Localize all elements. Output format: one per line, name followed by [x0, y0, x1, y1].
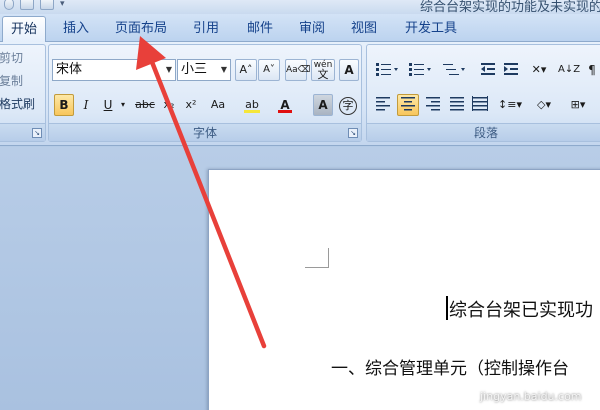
paragraph-group: ✕▾ A↓Z ¶ ↕≡▾ ◇▾ ⊞▾ 段落	[366, 44, 600, 142]
multilevel-list-glyph	[443, 64, 465, 75]
justify-glyph	[450, 97, 464, 111]
watermark: jingyan.baidu.com	[480, 390, 582, 403]
title-bar: ▾ 综合台架实现的功能及未实现的功	[0, 0, 600, 14]
tab-view[interactable]: 视图	[342, 16, 386, 42]
justify-icon[interactable]	[447, 94, 467, 116]
font-name-value: 宋体	[56, 62, 83, 77]
phonetic-guide-icon: 文	[317, 68, 329, 81]
enclose-characters-label: 字	[339, 97, 357, 115]
underline-dropdown-icon[interactable]: ▾	[117, 94, 129, 116]
font-group: 宋体 ▼ 小三 ▼ A˄ A˅ Aa⌫ wén 文 A B I U ▾ abc x…	[48, 44, 362, 142]
change-case-button[interactable]: Aa	[205, 94, 231, 116]
decrease-indent-icon[interactable]	[477, 59, 499, 81]
tab-references[interactable]: 引用	[184, 16, 228, 42]
customize-qat-icon[interactable]: ▾	[60, 0, 65, 9]
highlight-button[interactable]: ab	[239, 94, 265, 116]
ribbon: 剪切 复制 格式刷 ↘ 宋体 ▼ 小三 ▼ A˄ A˅ Aa⌫ wén 文 A B…	[0, 42, 600, 146]
sort-icon[interactable]: A↓Z	[557, 59, 580, 81]
tab-developer[interactable]: 开发工具	[398, 16, 464, 42]
clipboard-dialog-launcher-icon[interactable]: ↘	[32, 128, 42, 138]
font-color-button[interactable]: A	[273, 94, 297, 116]
align-right-icon[interactable]	[423, 94, 443, 116]
italic-button[interactable]: I	[77, 94, 95, 116]
show-hide-marks-icon[interactable]: ¶	[581, 59, 600, 81]
font-dialog-launcher-icon[interactable]: ↘	[348, 128, 358, 138]
font-color-swatch	[278, 110, 292, 113]
print-preview-icon[interactable]	[40, 0, 54, 10]
cut-button[interactable]: 剪切	[0, 49, 23, 66]
underline-button[interactable]: U	[99, 94, 117, 116]
shading-icon[interactable]: ◇▾	[529, 94, 559, 116]
undo-icon[interactable]	[4, 0, 14, 10]
bold-button[interactable]: B	[54, 94, 74, 116]
bullets-icon[interactable]	[372, 59, 402, 81]
document-page[interactable]: 综合台架已实现功 一、综合管理单元（控制操作台	[208, 169, 600, 410]
align-right-glyph	[426, 97, 440, 111]
text-cursor	[446, 296, 448, 320]
superscript-button[interactable]: x²	[181, 94, 201, 116]
clipboard-group: 剪切 复制 格式刷 ↘	[0, 44, 46, 142]
distributed-glyph	[472, 96, 488, 111]
strikethrough-button[interactable]: abc	[133, 94, 157, 116]
align-left-glyph	[376, 97, 390, 111]
phonetic-guide-button[interactable]: wén 文	[311, 59, 335, 81]
character-shading-button[interactable]: A	[313, 94, 333, 116]
align-left-icon[interactable]	[373, 94, 393, 116]
increase-indent-icon[interactable]	[500, 59, 522, 81]
quick-access-toolbar: ▾	[0, 0, 65, 12]
tab-page-layout[interactable]: 页面布局	[108, 16, 174, 42]
tab-home[interactable]: 开始	[2, 16, 46, 43]
clear-formatting-button[interactable]: Aa⌫	[285, 59, 311, 81]
decrease-indent-glyph	[481, 63, 495, 75]
highlight-color-swatch	[244, 110, 260, 113]
grow-font-button[interactable]: A˄	[235, 59, 257, 81]
font-size-combo[interactable]: 小三 ▼	[177, 59, 231, 81]
document-line-1[interactable]: 一、综合管理单元（控制操作台	[331, 354, 569, 379]
multilevel-list-icon[interactable]	[439, 59, 469, 81]
document-workspace[interactable]: 综合台架已实现功 一、综合管理单元（控制操作台	[0, 147, 600, 410]
ribbon-tabs: 开始 插入 页面布局 引用 邮件 审阅 视图 开发工具	[0, 14, 600, 43]
increase-indent-glyph	[504, 63, 518, 75]
bullets-glyph	[376, 63, 398, 76]
paragraph-group-label: 段落	[367, 123, 600, 141]
tab-review[interactable]: 审阅	[290, 16, 334, 42]
numbering-icon[interactable]	[405, 59, 435, 81]
clear-formatting-icon: Aa⌫	[286, 65, 311, 75]
numbering-glyph	[409, 63, 431, 76]
document-heading[interactable]: 综合台架已实现功	[449, 296, 593, 322]
line-spacing-icon[interactable]: ↕≡▾	[495, 94, 525, 116]
tab-insert[interactable]: 插入	[54, 16, 98, 42]
align-center-icon[interactable]	[397, 94, 419, 116]
borders-icon[interactable]: ⊞▾	[563, 94, 593, 116]
subscript-button[interactable]: x₂	[159, 94, 179, 116]
align-center-glyph	[401, 97, 415, 111]
font-group-label: 字体	[49, 123, 361, 141]
document-title: 综合台架实现的功能及未实现的功	[420, 0, 600, 14]
character-border-button[interactable]: A	[339, 59, 359, 81]
shrink-font-button[interactable]: A˅	[258, 59, 280, 81]
save-icon[interactable]	[20, 0, 34, 10]
copy-button[interactable]: 复制	[0, 72, 23, 89]
enclose-characters-button[interactable]: 字	[337, 94, 359, 116]
chevron-down-icon[interactable]: ▼	[166, 60, 172, 80]
margin-corner-mark	[305, 248, 329, 268]
font-size-value: 小三	[181, 62, 208, 77]
chinese-layout-icon[interactable]: ✕▾	[527, 59, 551, 81]
font-name-combo[interactable]: 宋体 ▼	[52, 59, 176, 81]
format-painter-button[interactable]: 格式刷	[0, 95, 35, 112]
tab-mailings[interactable]: 邮件	[238, 16, 282, 42]
distributed-icon[interactable]	[470, 94, 490, 116]
chevron-down-icon[interactable]: ▼	[221, 60, 227, 80]
